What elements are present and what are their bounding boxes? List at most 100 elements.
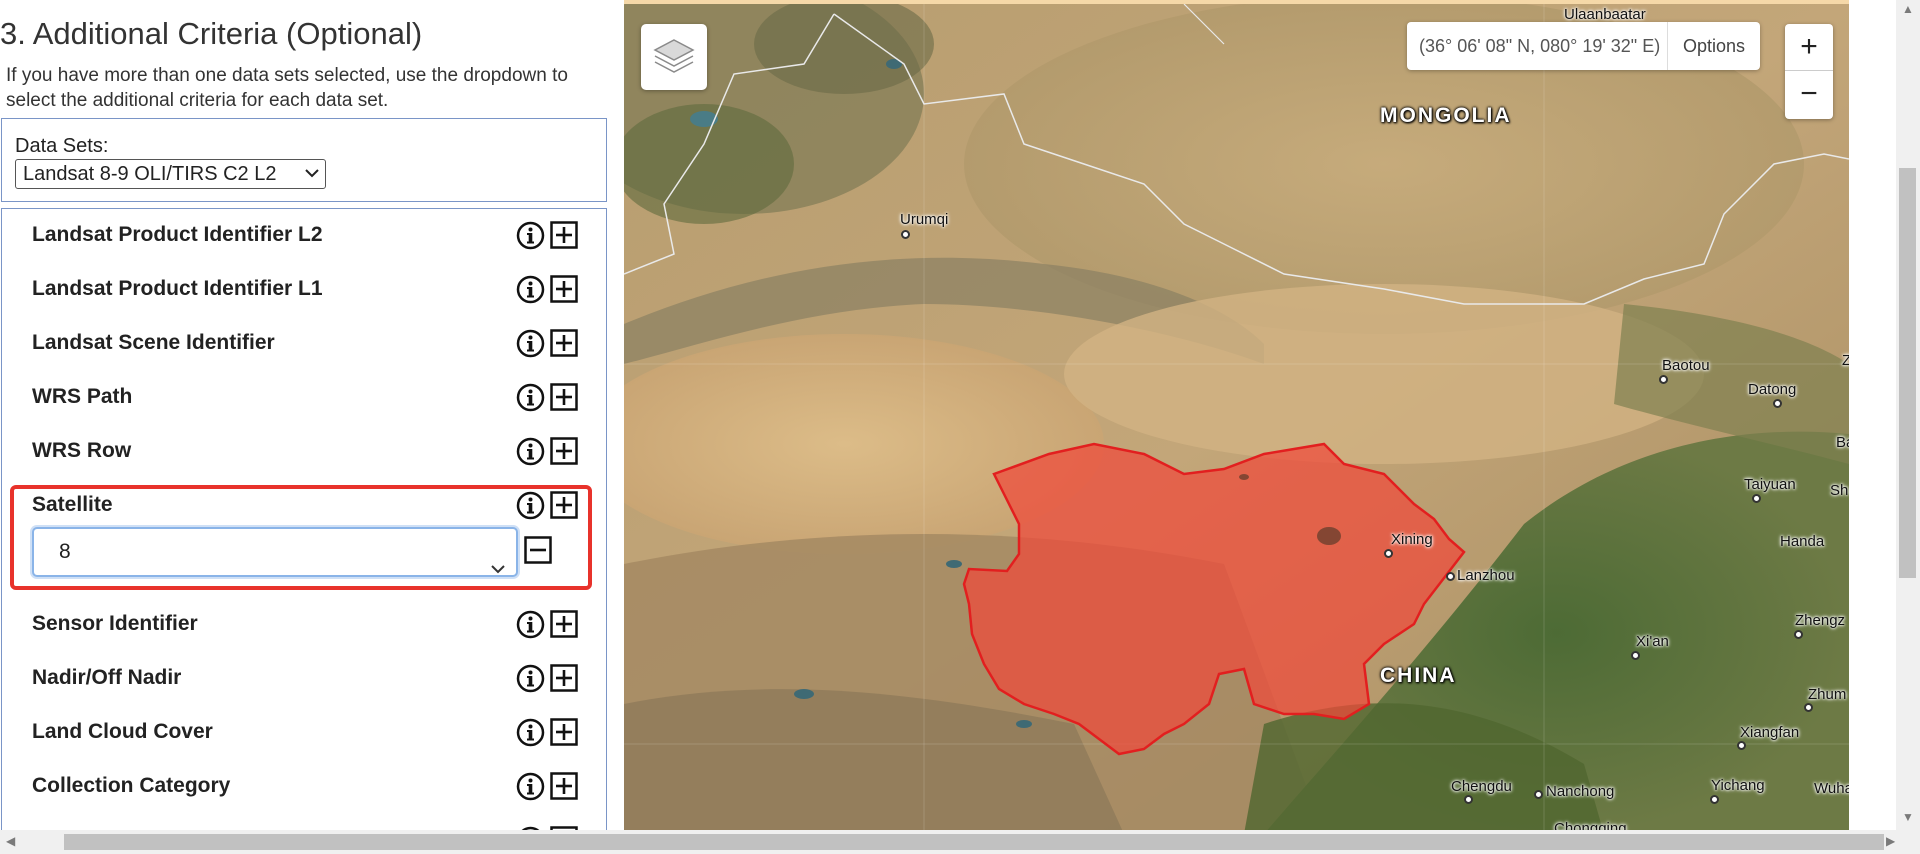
city-marker xyxy=(1737,741,1746,750)
city-label: Chongqing xyxy=(1554,820,1627,830)
info-icon[interactable] xyxy=(516,491,545,520)
city-marker xyxy=(1464,795,1473,804)
zoom-control: + − xyxy=(1785,24,1833,119)
vertical-scrollbar[interactable]: ▲ ▼ xyxy=(1896,0,1920,830)
city-label: Baotou xyxy=(1662,357,1710,374)
criterion-row-sensor-id: Sensor Identifier xyxy=(2,598,606,652)
city-label: Chengdu xyxy=(1451,778,1512,795)
criterion-row-nadir: Nadir/Off Nadir xyxy=(2,652,606,706)
info-icon[interactable] xyxy=(516,329,545,358)
city-label: Wuha xyxy=(1814,780,1849,797)
city-marker xyxy=(1804,703,1813,712)
satellite-dropdown[interactable]: 8 xyxy=(32,527,518,577)
city-marker xyxy=(1752,494,1761,503)
criterion-row-product-id-l2: Landsat Product Identifier L2 xyxy=(2,209,606,263)
page: 3. Additional Criteria (Optional) If you… xyxy=(0,0,1920,854)
criterion-label: Nadir/Off Nadir xyxy=(32,666,182,689)
info-icon[interactable] xyxy=(516,437,545,466)
remove-criterion-icon[interactable] xyxy=(524,536,552,564)
section-title: 3. Additional Criteria (Optional) xyxy=(0,16,423,51)
city-marker xyxy=(1384,549,1393,558)
city-marker xyxy=(1794,630,1803,639)
criterion-row-satellite: Satellite xyxy=(2,479,606,533)
criterion-label: Land Cloud Cover xyxy=(32,720,213,743)
info-icon[interactable] xyxy=(516,610,545,639)
add-criterion-icon[interactable] xyxy=(550,329,578,357)
chevron-down-icon xyxy=(305,162,319,178)
satellite-imagery xyxy=(624,4,1849,830)
city-label: Z xyxy=(1842,352,1849,369)
criterion-label: Satellite xyxy=(32,493,113,516)
criterion-row-partial xyxy=(2,814,606,830)
add-criterion-icon[interactable] xyxy=(550,437,578,465)
city-label: Zhum xyxy=(1808,686,1847,703)
info-icon[interactable] xyxy=(516,275,545,304)
info-icon[interactable] xyxy=(516,772,545,801)
dataset-dropdown[interactable]: Landsat 8-9 OLI/TIRS C2 L2 xyxy=(15,159,326,189)
city-label: Yichang xyxy=(1711,777,1765,794)
city-label: Xi'an xyxy=(1636,633,1669,650)
city-marker xyxy=(1773,399,1782,408)
layers-icon xyxy=(653,39,695,73)
city-label: Sh xyxy=(1830,482,1849,499)
add-criterion-icon[interactable] xyxy=(550,491,578,519)
city-label: Handa xyxy=(1780,533,1825,550)
city-marker xyxy=(1710,795,1719,804)
criterion-row-product-id-l1: Landsat Product Identifier L1 xyxy=(2,263,606,317)
city-label: Taiyuan xyxy=(1744,476,1796,493)
city-label: Datong xyxy=(1748,381,1797,398)
criterion-label: Landsat Product Identifier L2 xyxy=(32,223,323,246)
add-criterion-icon[interactable] xyxy=(550,772,578,800)
add-criterion-icon[interactable] xyxy=(550,664,578,692)
criterion-label: Sensor Identifier xyxy=(32,612,198,635)
criterion-row-wrs-path: WRS Path xyxy=(2,371,606,425)
city-label: Ba xyxy=(1836,434,1849,451)
dataset-selector-box: Data Sets: Landsat 8-9 OLI/TIRS C2 L2 xyxy=(1,118,607,202)
city-label: Nanchong xyxy=(1546,783,1615,800)
layers-button[interactable] xyxy=(641,24,707,90)
criterion-row-wrs-row: WRS Row xyxy=(2,425,606,479)
add-criterion-icon[interactable] xyxy=(550,718,578,746)
scroll-left-icon[interactable]: ◀ xyxy=(6,834,15,848)
criterion-row-collection-category: Collection Category xyxy=(2,760,606,814)
city-label: Ulaanbaatar xyxy=(1564,6,1646,23)
scroll-down-icon[interactable]: ▼ xyxy=(1902,810,1914,824)
criteria-panel: 3. Additional Criteria (Optional) If you… xyxy=(0,0,612,830)
zoom-in-button[interactable]: + xyxy=(1785,24,1833,71)
chevron-down-icon xyxy=(490,545,506,591)
criterion-label: Collection Category xyxy=(32,774,231,797)
scroll-up-icon[interactable]: ▲ xyxy=(1902,2,1914,16)
add-criterion-icon[interactable] xyxy=(550,275,578,303)
info-icon[interactable] xyxy=(516,221,545,250)
criterion-label: WRS Row xyxy=(32,439,132,462)
horizontal-scrollbar[interactable]: ◀ ▶ xyxy=(0,830,1920,854)
add-criterion-icon[interactable] xyxy=(550,221,578,249)
city-marker xyxy=(1659,375,1668,384)
country-label: CHINA xyxy=(1380,664,1457,687)
section-description: If you have more than one data sets sele… xyxy=(6,65,568,111)
criterion-row-scene-id: Landsat Scene Identifier xyxy=(2,317,606,371)
info-icon[interactable] xyxy=(516,664,545,693)
options-button[interactable]: Options xyxy=(1667,22,1760,70)
city-marker xyxy=(901,230,910,239)
criterion-label: Landsat Product Identifier L1 xyxy=(32,277,323,300)
map-view[interactable]: Ulaanbaatar MONGOLIA Urumqi Baotou Daton… xyxy=(624,0,1849,830)
city-label: Urumqi xyxy=(900,211,949,228)
city-marker xyxy=(1631,651,1640,660)
info-icon[interactable] xyxy=(516,718,545,747)
zoom-out-button[interactable]: − xyxy=(1785,72,1833,119)
add-criterion-icon[interactable] xyxy=(550,610,578,638)
add-criterion-icon[interactable] xyxy=(550,383,578,411)
criterion-label: Landsat Scene Identifier xyxy=(32,331,275,354)
city-label: Zhengz xyxy=(1795,612,1846,629)
info-icon[interactable] xyxy=(516,383,545,412)
coordinate-readout: (36° 06' 08" N, 080° 19' 32" E) xyxy=(1419,36,1661,56)
horizontal-scroll-thumb[interactable] xyxy=(64,834,1884,850)
criterion-label: WRS Path xyxy=(32,385,133,408)
city-label: Xining xyxy=(1391,531,1433,548)
scroll-right-icon[interactable]: ▶ xyxy=(1886,834,1895,848)
satellite-dropdown-value: 8 xyxy=(59,540,71,563)
dataset-label: Data Sets: xyxy=(15,135,109,157)
city-label: Lanzhou xyxy=(1457,567,1515,584)
vertical-scroll-thumb[interactable] xyxy=(1899,168,1916,578)
